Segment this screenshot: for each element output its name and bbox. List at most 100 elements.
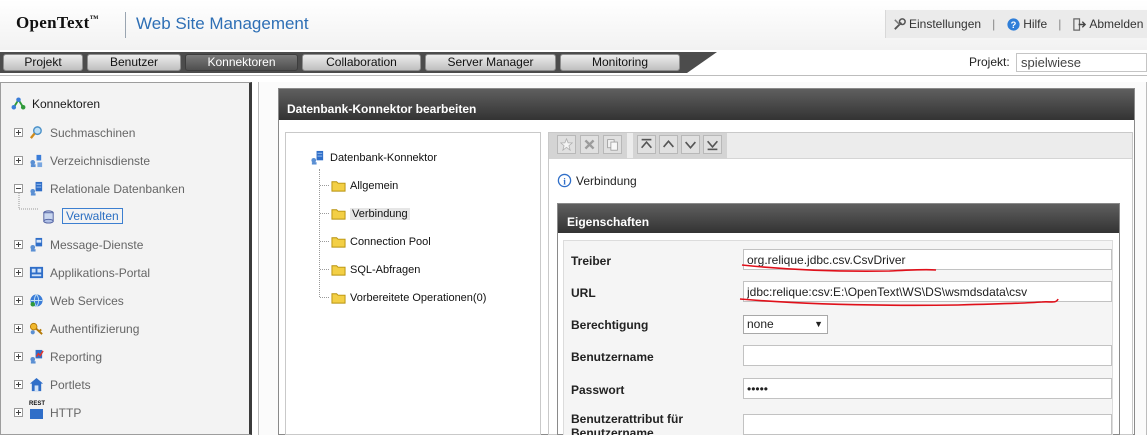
tab-konnektoren[interactable]: Konnektoren <box>185 54 298 71</box>
properties-panel: Eigenschaften Treiber URL Berechtigung n… <box>557 203 1120 435</box>
tree-root-konnektoren[interactable]: Konnektoren <box>11 96 100 111</box>
new-button[interactable] <box>557 135 576 154</box>
tab-benutzer[interactable]: Benutzer <box>87 54 181 71</box>
abmelden-link[interactable]: Abmelden <box>1070 17 1145 32</box>
folder-icon <box>331 181 346 192</box>
dropdown-arrow-icon: ▼ <box>814 319 823 329</box>
folder-icon <box>331 293 346 304</box>
tree-item-sql-abfragen[interactable]: SQL-Abfragen <box>320 262 420 277</box>
move-top-button[interactable] <box>637 135 656 154</box>
svg-text:?: ? <box>1011 19 1017 29</box>
tree-item-portlets[interactable]: Portlets <box>14 377 91 392</box>
folder-icon <box>331 265 346 276</box>
tree-item-verwalten[interactable]: Verwalten <box>41 208 123 224</box>
tab-server-manager[interactable]: Server Manager <box>425 54 556 71</box>
expand-toggle[interactable] <box>14 240 23 249</box>
tree-item-applikations-portal[interactable]: Applikations-Portal <box>14 265 150 280</box>
projekt-field[interactable] <box>1016 53 1147 72</box>
info-icon: i <box>557 173 572 188</box>
section-heading-verbindung: i Verbindung <box>557 173 637 188</box>
dialog-title: Datenbank-Konnektor bearbeiten <box>279 89 1134 120</box>
expand-toggle[interactable] <box>14 324 23 333</box>
tree-item-authentifizierung[interactable]: Authentifizierung <box>14 321 139 336</box>
tree-item-allgemein[interactable]: Allgemein <box>320 178 398 193</box>
tree-item-reporting[interactable]: Reporting <box>14 349 102 364</box>
nav-tab-strip: Projekt Benutzer Konnektoren Collaborati… <box>0 52 687 73</box>
collapse-toggle[interactable] <box>14 184 23 193</box>
move-up-button[interactable] <box>659 135 678 154</box>
tab-monitoring[interactable]: Monitoring <box>560 54 680 71</box>
header-links: Einstellungen | ? Hilfe | Abmelden <box>885 10 1147 38</box>
copy-icon <box>607 139 618 151</box>
logo-divider <box>125 12 126 38</box>
passwort-label: Passwort <box>571 383 625 397</box>
hilfe-link[interactable]: ? Hilfe <box>1004 17 1049 32</box>
tree-item-suchmaschinen[interactable]: Suchmaschinen <box>14 125 135 140</box>
svg-text:i: i <box>563 177 566 187</box>
expand-toggle[interactable] <box>14 380 23 389</box>
copy-button[interactable] <box>603 135 622 154</box>
berechtigung-label: Berechtigung <box>571 318 649 332</box>
tree-item-verbindung[interactable]: Verbindung <box>320 206 410 221</box>
portlets-icon <box>29 377 44 392</box>
help-icon: ? <box>1007 17 1020 31</box>
expand-toggle[interactable] <box>14 408 23 417</box>
tree-item-message-dienste[interactable]: Message-Dienste <box>14 237 143 252</box>
connector-tree-panel: Konnektoren Suchmaschinen Verzeichnisdie… <box>0 82 252 435</box>
expand-toggle[interactable] <box>14 268 23 277</box>
star-icon <box>560 138 573 151</box>
settings-icon <box>894 17 906 30</box>
db-manage-icon <box>43 209 54 224</box>
reporting-icon <box>30 349 44 364</box>
berechtigung-select[interactable]: none ▼ <box>743 315 828 334</box>
folder-icon <box>331 237 346 248</box>
tree-item-web-services[interactable]: Web Services <box>14 293 124 308</box>
connectors-icon <box>11 97 26 110</box>
delete-button[interactable] <box>580 135 599 154</box>
nav-strip-end <box>687 52 717 73</box>
chevron-up-icon <box>663 140 674 148</box>
move-top-icon <box>641 138 652 149</box>
expand-toggle[interactable] <box>14 128 23 137</box>
url-field[interactable] <box>743 281 1112 302</box>
expand-toggle[interactable] <box>14 352 23 361</box>
tree-root-datenbank-konnektor[interactable]: Datenbank-Konnektor <box>310 150 437 165</box>
folder-icon <box>331 209 346 220</box>
tree-item-http[interactable]: REST HTTP <box>14 401 81 420</box>
treiber-field[interactable] <box>743 249 1112 270</box>
passwort-field[interactable] <box>743 378 1112 399</box>
projekt-label: Projekt: <box>969 55 1010 69</box>
benutzername-field[interactable] <box>743 345 1112 366</box>
link-separator: | <box>1058 17 1062 31</box>
link-separator: | <box>992 17 996 31</box>
chevron-down-icon <box>685 141 696 149</box>
expand-toggle[interactable] <box>14 156 23 165</box>
move-bottom-button[interactable] <box>703 135 722 154</box>
benutzerattribut-label: Benutzerattribut für Benutzername <box>571 412 683 435</box>
url-label: URL <box>571 286 596 300</box>
key-icon <box>29 322 43 335</box>
einstellungen-link[interactable]: Einstellungen <box>890 17 983 32</box>
directory-icon <box>30 154 43 168</box>
benutzerattribut-field[interactable] <box>743 414 1112 435</box>
benutzername-label: Benutzername <box>571 350 654 364</box>
rest-icon: REST <box>29 401 45 420</box>
portal-icon <box>29 266 44 279</box>
logout-icon <box>1073 17 1087 31</box>
tab-projekt[interactable]: Projekt <box>3 54 83 71</box>
tab-collaboration[interactable]: Collaboration <box>302 54 421 71</box>
database-icon <box>311 150 324 165</box>
delete-icon <box>584 139 595 150</box>
properties-title: Eigenschaften <box>558 204 1119 233</box>
globe-icon <box>30 294 43 308</box>
product-name: Web Site Management <box>136 14 309 33</box>
expand-toggle[interactable] <box>14 296 23 305</box>
tree-item-connection-pool[interactable]: Connection Pool <box>320 234 431 249</box>
app-header: OpenText™ Web Site Management Einstellun… <box>0 0 1147 50</box>
main-nav: Projekt Benutzer Konnektoren Collaborati… <box>0 50 1147 76</box>
treiber-label: Treiber <box>571 254 612 268</box>
tree-item-verzeichnisdienste[interactable]: Verzeichnisdienste <box>14 153 150 168</box>
tree-item-vorbereitete-operationen[interactable]: Vorbereitete Operationen(0) <box>320 290 486 305</box>
opentext-logo: OpenText™ <box>16 13 99 32</box>
move-down-button[interactable] <box>681 135 700 154</box>
